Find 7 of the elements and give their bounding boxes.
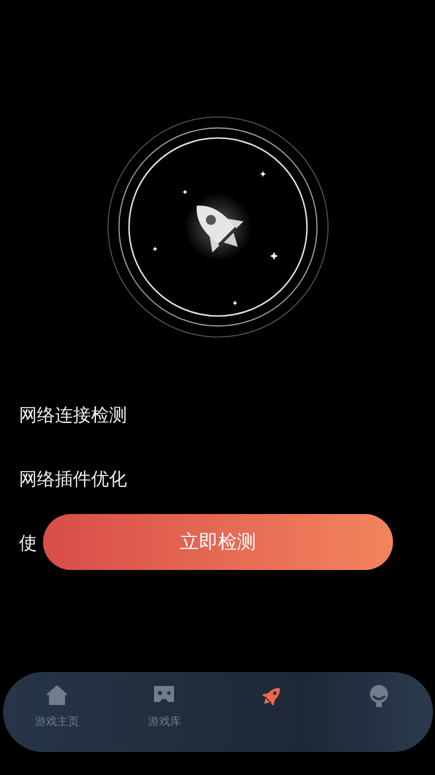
feature-label: 网络连接检测 bbox=[19, 404, 127, 428]
feature-label: 使 bbox=[19, 532, 37, 556]
feature-label: 网络插件优化 bbox=[19, 468, 127, 492]
tab[interactable]: 游戏库 bbox=[110, 672, 218, 729]
home-icon bbox=[44, 684, 69, 706]
tab[interactable]: 游戏主页 bbox=[3, 672, 110, 729]
detect-button[interactable]: 立即检测 bbox=[43, 514, 393, 570]
